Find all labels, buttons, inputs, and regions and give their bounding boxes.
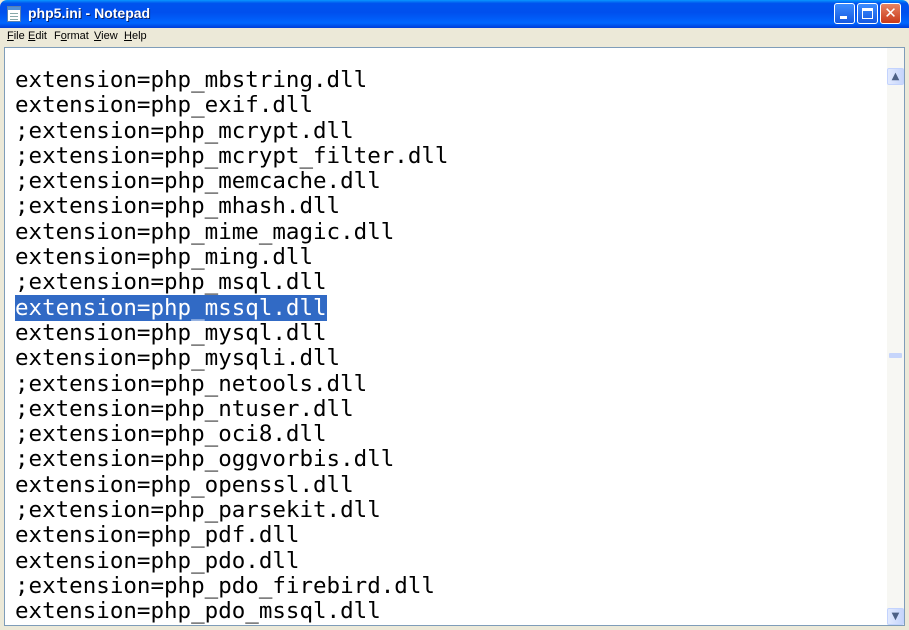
menu-edit-label: dit bbox=[35, 30, 47, 42]
menu-help-mnemonic: H bbox=[124, 30, 132, 42]
text-line[interactable]: ;extension=php_msql.dll bbox=[15, 270, 885, 295]
text-line[interactable]: extension=php_mime_magic.dll bbox=[15, 218, 885, 245]
close-button[interactable]: ✕ bbox=[880, 3, 901, 24]
line-text: ;extension=php_mcrypt.dll bbox=[15, 117, 354, 144]
text-line[interactable]: extension=php_openssl.dll bbox=[15, 471, 885, 498]
text-line[interactable]: extension=php_mbstring.dll bbox=[15, 68, 885, 93]
vertical-scrollbar[interactable]: ▲ ▼ bbox=[887, 48, 904, 625]
line-text: ;extension=php_pdo_firebird.dll bbox=[15, 572, 435, 599]
menu-file-mnemonic: F bbox=[7, 30, 14, 42]
line-text: extension=php_mbstring.dll bbox=[15, 68, 368, 93]
minimize-icon bbox=[840, 16, 847, 19]
scroll-down-button[interactable]: ▼ bbox=[887, 608, 904, 625]
line-text: extension=php_pdf.dll bbox=[15, 522, 300, 549]
menu-file[interactable]: File bbox=[7, 30, 25, 42]
line-text: ;extension=php_mhash.dll bbox=[15, 193, 341, 220]
text-line[interactable]: ;extension=php_mcrypt.dll bbox=[15, 117, 885, 144]
editor-frame: extension=php_mbstring.dll extension=php_… bbox=[4, 47, 905, 626]
line-text: ;extension=php_mcrypt_filter.dll bbox=[15, 142, 449, 169]
menu-view[interactable]: View bbox=[94, 30, 118, 42]
text-line[interactable]: extension=php_exif.dll bbox=[15, 93, 885, 118]
menu-format-label: rmat bbox=[66, 30, 89, 42]
menu-view-label: iew bbox=[101, 30, 118, 42]
line-text: ;extension=php_netools.dll bbox=[15, 370, 368, 397]
text-line[interactable]: extension=php_pdo_mssql.dll bbox=[15, 599, 885, 624]
text-line[interactable]: extension=php_pdo.dll bbox=[15, 547, 885, 574]
line-text: extension=php_pdo_mssql.dll bbox=[15, 598, 381, 625]
line-text: extension=php_pdo.dll bbox=[15, 547, 300, 574]
line-text: ;extension=php_oci8.dll bbox=[15, 421, 327, 448]
text-line[interactable]: ;extension=php_parsekit.dll bbox=[15, 497, 885, 524]
menu-help-label: elp bbox=[131, 30, 147, 42]
line-text: ;extension=php_ntuser.dll bbox=[15, 395, 354, 422]
close-icon: ✕ bbox=[884, 4, 897, 22]
text-line[interactable]: ;extension=php_mhash.dll bbox=[15, 194, 885, 219]
text-line[interactable]: ;extension=php_oci8.dll bbox=[15, 422, 885, 447]
line-text: extension=php_mysqli.dll bbox=[15, 345, 341, 372]
line-text: extension=php_mime_magic.dll bbox=[15, 218, 395, 245]
text-line[interactable]: extension=php_mysqli.dll bbox=[15, 346, 885, 371]
text-line[interactable]: ;extension=php_memcache.dll bbox=[15, 169, 885, 194]
window-title: php5.ini - Notepad bbox=[28, 5, 151, 21]
scrollbar-thumb[interactable] bbox=[889, 353, 902, 358]
line-text: extension=php_mysql.dll bbox=[15, 319, 327, 346]
text-line[interactable]: extension=php_mssql.dll bbox=[15, 294, 885, 321]
line-text: ;extension=php_memcache.dll bbox=[15, 168, 381, 195]
menu-format-prefix: F bbox=[54, 30, 61, 42]
minimize-button[interactable] bbox=[834, 3, 855, 24]
text-line[interactable]: ;extension=php_pdo_firebird.dll bbox=[15, 572, 885, 599]
line-text: extension=php_openssl.dll bbox=[15, 471, 354, 498]
menu-file-label: ile bbox=[13, 30, 25, 42]
menu-help[interactable]: Help bbox=[124, 30, 147, 42]
title-bar[interactable]: php5.ini - Notepad ✕ bbox=[0, 0, 909, 28]
menu-edit[interactable]: Edit bbox=[28, 30, 47, 42]
text-line[interactable]: ;extension=php_mcrypt_filter.dll bbox=[15, 142, 885, 169]
line-text: ;extension=php_oggvorbis.dll bbox=[15, 446, 395, 473]
text-line[interactable]: ;extension=php_oggvorbis.dll bbox=[15, 447, 885, 472]
text-line[interactable]: ;extension=php_ntuser.dll bbox=[15, 395, 885, 422]
text-line[interactable]: extension=php_mysql.dll bbox=[15, 319, 885, 346]
chevron-down-icon: ▼ bbox=[891, 611, 900, 622]
line-text: ;extension=php_msql.dll bbox=[15, 269, 327, 296]
notepad-icon[interactable] bbox=[7, 6, 21, 22]
maximize-icon bbox=[862, 8, 873, 19]
text-line[interactable]: extension=php_pdf.dll bbox=[15, 523, 885, 548]
menu-format[interactable]: Format bbox=[54, 30, 89, 42]
maximize-button[interactable] bbox=[857, 3, 878, 24]
menu-bar: File Edit Format View Help bbox=[4, 28, 905, 47]
selected-text: extension=php_mssql.dll bbox=[15, 294, 327, 321]
text-line[interactable]: ;extension=php_netools.dll bbox=[15, 370, 885, 397]
line-text: extension=php_ming.dll bbox=[15, 244, 314, 271]
text-editor[interactable]: extension=php_mbstring.dll extension=php_… bbox=[15, 68, 885, 625]
line-text: extension=php_exif.dll bbox=[15, 92, 314, 119]
line-text: ;extension=php_parsekit.dll bbox=[15, 497, 381, 524]
scroll-up-button[interactable]: ▲ bbox=[887, 68, 904, 85]
chevron-up-icon: ▲ bbox=[891, 71, 900, 82]
notepad-window: php5.ini - Notepad ✕ File Edit Format Vi… bbox=[0, 0, 909, 630]
text-line[interactable]: extension=php_ming.dll bbox=[15, 244, 885, 271]
